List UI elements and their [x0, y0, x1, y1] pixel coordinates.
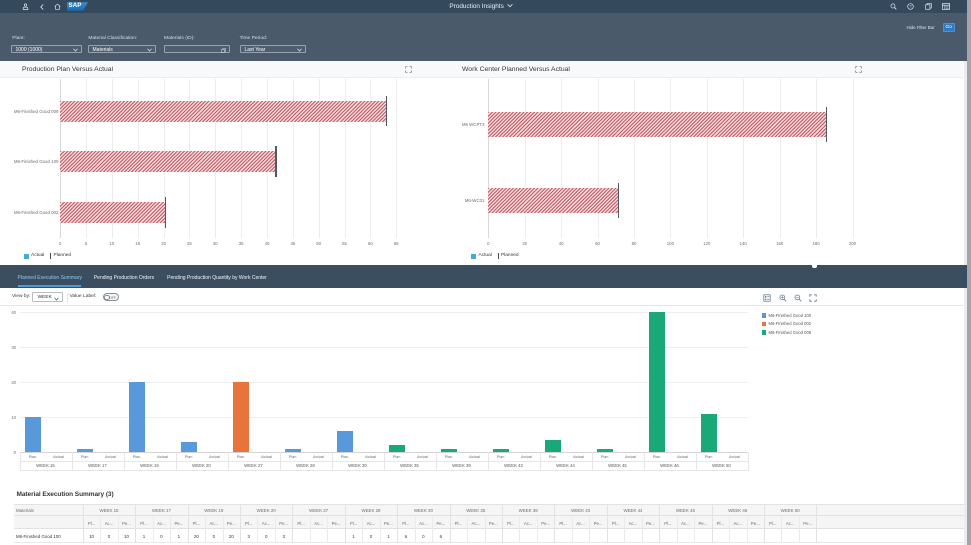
- svg-text:?: ?: [909, 4, 912, 9]
